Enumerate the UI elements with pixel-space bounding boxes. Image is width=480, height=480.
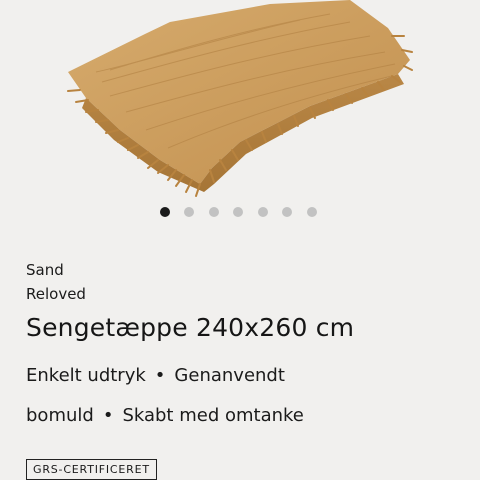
feature-line-2: bomuld • Skabt med omtanke	[26, 396, 466, 436]
product-color: Sand	[26, 261, 64, 279]
feature-item: Skabt med omtanke	[122, 405, 304, 426]
carousel-dot-7[interactable]	[307, 207, 317, 217]
certification-badge: GRS-CERTIFICERET	[26, 459, 157, 480]
bedspread-image	[67, 0, 413, 197]
feature-item: Enkelt udtryk	[26, 365, 146, 386]
feature-separator: •	[154, 365, 166, 386]
feature-item: bomuld	[26, 405, 94, 426]
carousel-dot-1[interactable]	[160, 207, 170, 217]
carousel-dots	[0, 207, 480, 219]
product-info: Sand Reloved Sengetæppe 240x260 cm Enkel…	[26, 258, 466, 436]
carousel-dot-2[interactable]	[184, 207, 194, 217]
feature-line-1: Enkelt udtryk • Genanvendt	[26, 356, 466, 396]
product-title: Sengetæppe 240x260 cm	[26, 313, 355, 342]
feature-item: Genanvendt	[174, 365, 285, 386]
product-image-gallery[interactable]	[0, 0, 480, 230]
feature-separator: •	[102, 405, 114, 426]
carousel-dot-5[interactable]	[258, 207, 268, 217]
product-collection: Reloved	[26, 285, 86, 303]
carousel-dot-3[interactable]	[209, 207, 219, 217]
carousel-dot-4[interactable]	[233, 207, 243, 217]
product-features: Enkelt udtryk • Genanvendt bomuld • Skabt me…	[26, 356, 466, 436]
carousel-dot-6[interactable]	[282, 207, 292, 217]
